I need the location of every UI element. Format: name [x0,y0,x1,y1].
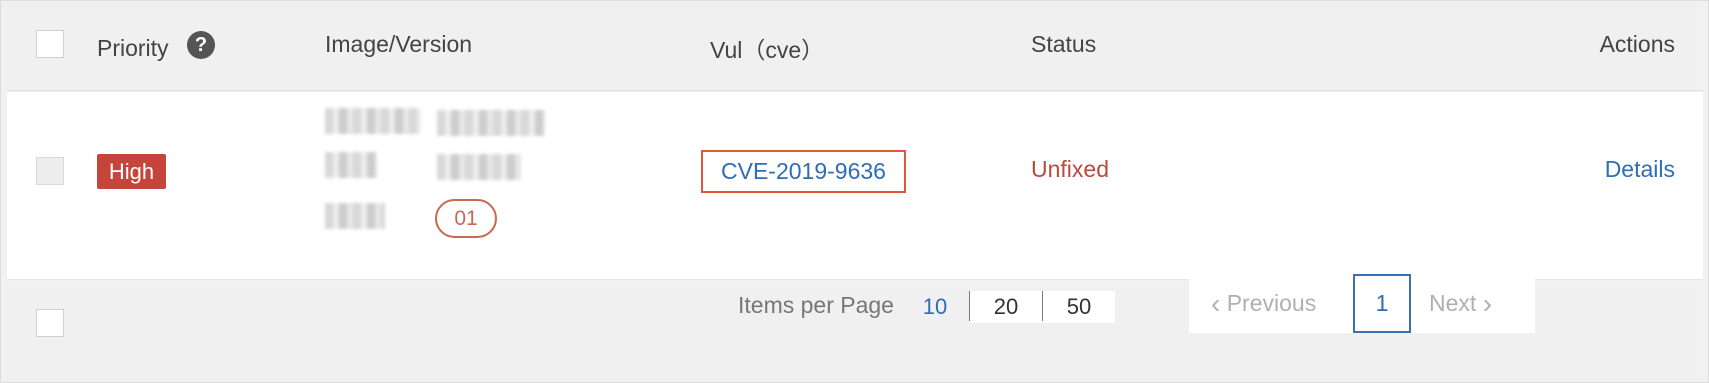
help-icon[interactable]: ? [187,31,215,59]
pagination: ‹ Previous 1 Next › [1189,274,1535,333]
vulnerability-table: Priority ? Image/Version Vul（cve） Status… [0,0,1709,383]
items-per-page-label: Items per Page [738,292,894,318]
column-image-version: Image/Version [325,31,473,57]
row-checkbox[interactable] [36,157,64,185]
previous-label: Previous [1226,290,1317,316]
redacted-label-2 [325,203,385,229]
previous-button[interactable]: ‹ Previous [1211,274,1316,333]
footer-select-all-checkbox[interactable] [36,309,64,337]
redacted-image-version [437,110,545,136]
select-all-checkbox[interactable] [36,30,64,58]
column-status: Status [1031,31,1097,57]
table-header: Priority ? Image/Version Vul（cve） Status… [7,3,1703,91]
chevron-right-icon: › [1482,288,1493,319]
table-row: High 01 CVE-2019-9636 Unfixed Details [7,92,1703,280]
page-1-button[interactable]: 1 [1353,274,1411,333]
column-priority[interactable]: Priority [97,35,169,62]
column-vul-cve: Vul（cve） [710,37,825,63]
status-text: Unfixed [1031,156,1109,182]
table-footer: Items per Page 10 20 50 ‹ Previous 1 Nex… [7,274,1703,381]
redacted-value [437,154,521,180]
page-size-10[interactable]: 10 [916,291,954,323]
next-label: Next [1429,290,1477,316]
column-actions: Actions [1599,31,1675,57]
redacted-label [325,152,377,178]
priority-badge: High [97,154,166,189]
redacted-image-name [325,108,421,134]
tag-count-pill: 01 [435,199,497,238]
next-button[interactable]: Next › [1429,274,1492,333]
page-size-50[interactable]: 50 [1043,291,1115,323]
chevron-left-icon: ‹ [1211,288,1221,319]
details-link[interactable]: Details [1605,156,1675,183]
cve-link[interactable]: CVE-2019-9636 [701,150,906,193]
page-size-20[interactable]: 20 [970,291,1042,323]
